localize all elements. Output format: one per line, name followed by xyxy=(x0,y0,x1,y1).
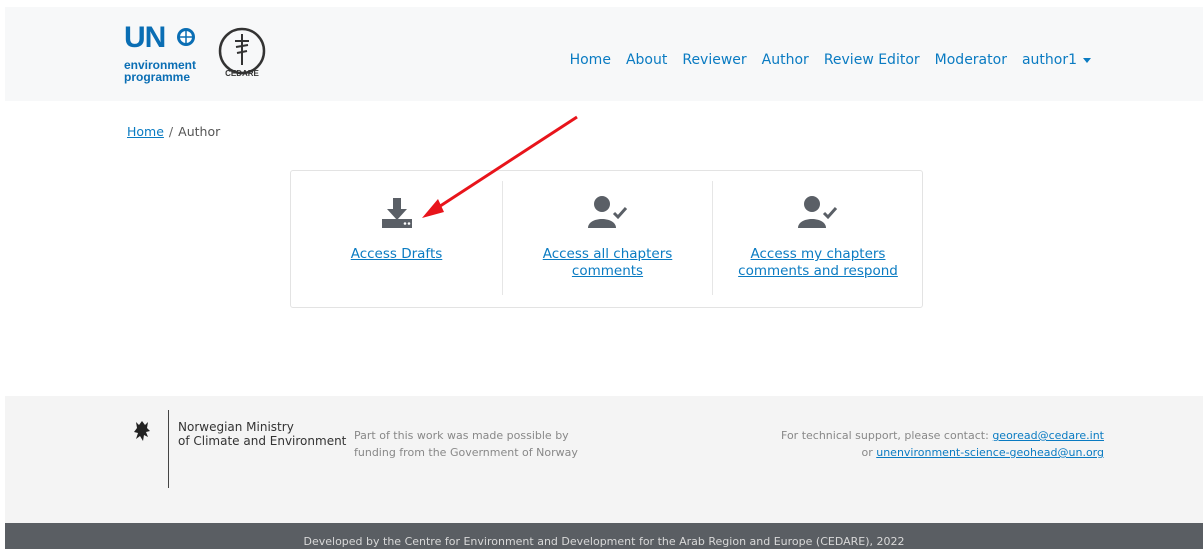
access-all-comments-item[interactable]: Access all chapters comments xyxy=(503,171,712,309)
cedare-logo-text: CEDARE xyxy=(225,69,259,78)
logo-un-text: UN xyxy=(124,21,166,54)
nav-review-editor[interactable]: Review Editor xyxy=(824,52,920,68)
nav-user-menu[interactable]: author1 xyxy=(1022,52,1091,68)
label-line1: Access my chapters xyxy=(750,246,886,262)
support-or: or xyxy=(861,446,877,459)
funding-line1: Part of this work was made possible by xyxy=(354,429,569,442)
support-email-link[interactable]: georead@cedare.int xyxy=(992,429,1104,442)
access-my-comments-link[interactable]: Access my chapters comments and respond xyxy=(713,246,923,280)
nav-home[interactable]: Home xyxy=(570,52,611,68)
footer: Norwegian Ministry of Climate and Environ… xyxy=(5,396,1203,523)
caret-down-icon xyxy=(1083,57,1091,63)
user-check-icon xyxy=(587,196,627,228)
nav-author[interactable]: Author xyxy=(762,52,809,68)
funding-line2: funding from the Government of Norway xyxy=(354,446,578,459)
user-menu-label: author1 xyxy=(1021,52,1077,68)
ministry-line2: of Climate and Environment xyxy=(178,434,347,448)
cedare-logo[interactable]: CEDARE xyxy=(216,25,268,81)
label-line1: Access all chapters xyxy=(542,246,673,262)
ministry-name: Norwegian Ministry of Climate and Environ… xyxy=(178,420,346,448)
footer-divider xyxy=(168,410,169,488)
nav-reviewer[interactable]: Reviewer xyxy=(682,52,746,68)
page: UN environment programme CEDARE Home Abo… xyxy=(5,7,1203,549)
support-contact: For technical support, please contact: g… xyxy=(781,427,1104,461)
breadcrumb-separator: / xyxy=(168,124,174,139)
access-my-comments-item[interactable]: Access my chapters comments and respond xyxy=(713,171,923,309)
access-all-comments-link[interactable]: Access all chapters comments xyxy=(503,246,712,280)
access-drafts-item[interactable]: Access Drafts xyxy=(291,171,502,309)
main-nav: Home About Reviewer Author Review Editor… xyxy=(555,52,1091,68)
download-icon xyxy=(381,198,412,228)
norway-lion-crest-icon xyxy=(134,421,150,441)
support-email-link-2[interactable]: unenvironment-science-geohead@un.org xyxy=(876,446,1104,459)
unep-logo[interactable]: UN environment programme xyxy=(124,21,212,85)
support-text: For technical support, please contact: xyxy=(781,429,993,442)
bottom-bar: Developed by the Centre for Environment … xyxy=(5,523,1203,549)
breadcrumb-current: Author xyxy=(178,124,221,139)
nav-moderator[interactable]: Moderator xyxy=(935,52,1007,68)
header: UN environment programme CEDARE Home Abo… xyxy=(5,7,1203,101)
breadcrumb: Home / Author xyxy=(127,124,220,139)
nav-about[interactable]: About xyxy=(626,52,667,68)
breadcrumb-home[interactable]: Home xyxy=(127,124,164,139)
globe-icon xyxy=(177,28,195,46)
logo-line2: programme xyxy=(124,70,191,84)
label-line2: comments xyxy=(571,263,644,279)
ministry-line1: Norwegian Ministry xyxy=(178,420,294,434)
funding-note: Part of this work was made possible by fu… xyxy=(354,427,594,461)
access-drafts-link[interactable]: Access Drafts xyxy=(291,246,502,263)
user-check-icon xyxy=(798,196,838,228)
author-actions-card: Access Drafts Access all chapters comment… xyxy=(290,170,923,308)
label-line2: comments and respond xyxy=(738,263,898,279)
